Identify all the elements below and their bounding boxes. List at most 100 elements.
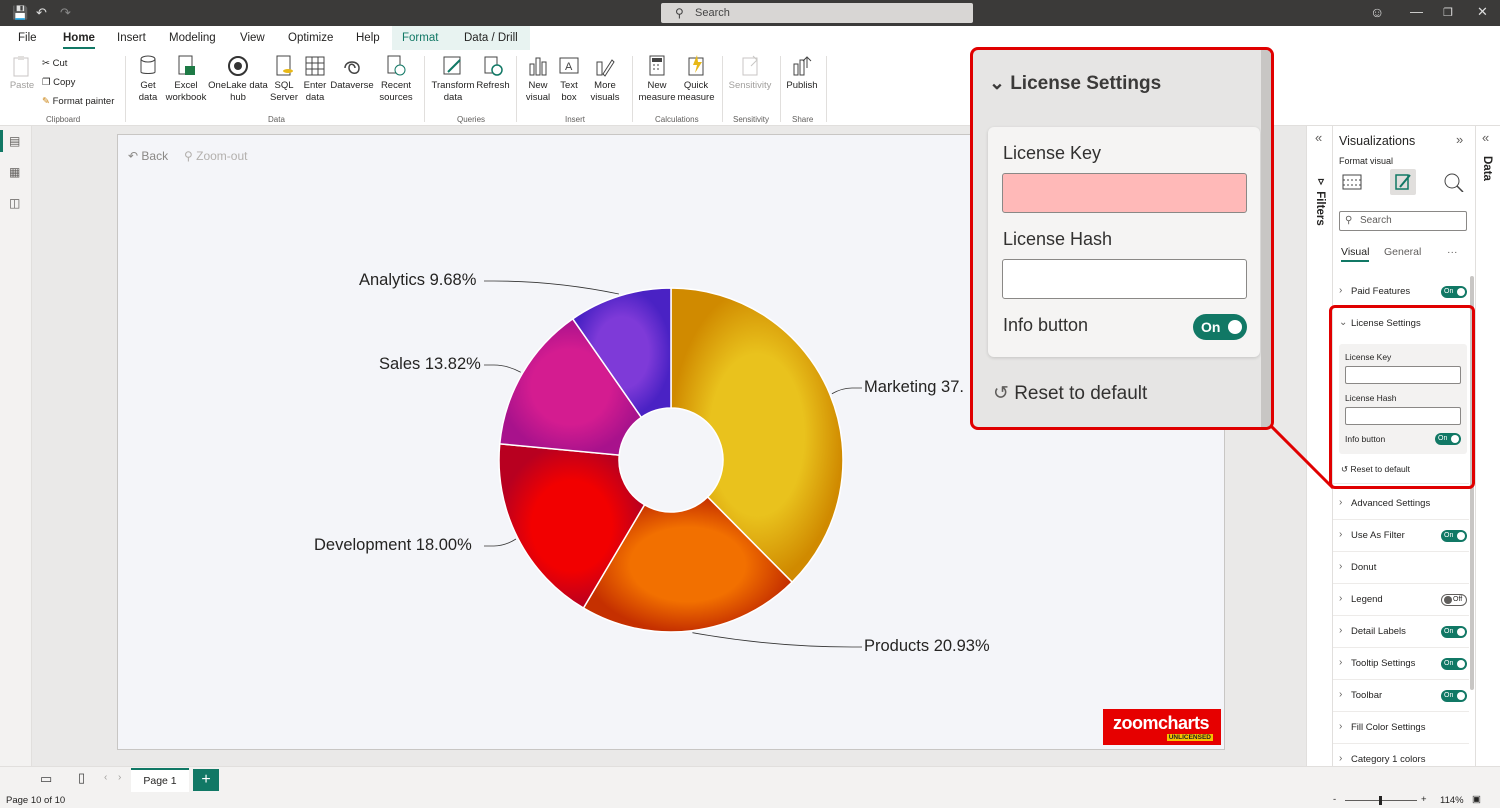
mobile-layout-icon[interactable]: ▯ (78, 770, 85, 786)
undo-icon[interactable]: ↶ (36, 5, 47, 21)
dataverse-icon (344, 61, 360, 74)
get-data-button[interactable]: Get data (131, 54, 165, 104)
collapse-icon[interactable]: » (1456, 132, 1463, 147)
account-icon[interactable]: ☺ (1370, 4, 1384, 20)
tab-view[interactable]: View (240, 32, 265, 44)
detail-labels-toggle[interactable]: On (1441, 626, 1467, 638)
save-icon[interactable]: 💾 (12, 5, 28, 21)
zoomcharts-logo[interactable]: zoomcharts UNLICENSED (1103, 709, 1221, 745)
section-donut[interactable]: › Donut (1333, 552, 1469, 584)
section-legend[interactable]: › Legend Off (1333, 584, 1469, 616)
section-tooltip-settings[interactable]: › Tooltip Settings On (1333, 648, 1469, 680)
ribbon-tabs: File Home Insert Modeling View Optimize … (0, 26, 1500, 50)
divider (125, 56, 126, 122)
model-view-icon[interactable]: ◫ (9, 196, 20, 210)
tab-data-drill[interactable]: Data / Drill (464, 32, 518, 44)
section-use-as-filter[interactable]: › Use As Filter On (1333, 520, 1469, 552)
tab-modeling[interactable]: Modeling (169, 32, 216, 44)
enter-data-button[interactable]: Enter data (300, 54, 330, 104)
callout-header[interactable]: ⌄ License Settings (989, 72, 1161, 95)
section-paid-features[interactable]: › Paid Features On (1333, 276, 1469, 308)
tab-format[interactable]: Format (402, 32, 438, 44)
redo-icon[interactable]: ↷ (60, 5, 71, 21)
new-visual-button[interactable]: New visual (522, 54, 554, 104)
new-measure-button[interactable]: New measure (638, 54, 676, 104)
section-detail-labels[interactable]: › Detail Labels On (1333, 616, 1469, 648)
next-page-icon[interactable]: › (118, 772, 121, 783)
title-search-input[interactable]: ⚲ Search (661, 3, 973, 23)
tab-visual[interactable]: Visual (1341, 246, 1370, 262)
license-settings-callout: ⌄ License Settings License Key License H… (970, 47, 1274, 430)
transform-label: Transform data (431, 80, 475, 103)
callout-info-button-toggle[interactable]: On (1193, 314, 1247, 340)
dataverse-button[interactable]: Dataverse (330, 54, 374, 92)
page-tab-page-1[interactable]: Page 1 (131, 768, 189, 792)
chevron-down-icon: ⌄ (989, 73, 1011, 94)
recent-icon (387, 55, 406, 76)
format-painter-button[interactable]: ✎ Format painter (42, 96, 114, 107)
refresh-button[interactable]: Refresh (476, 54, 510, 92)
paid-features-toggle[interactable]: On (1441, 286, 1467, 298)
callout-reset-button[interactable]: ↺ Reset to default (993, 382, 1147, 405)
donut-slices (498, 287, 844, 633)
legend-toggle[interactable]: Off (1441, 594, 1467, 606)
excel-workbook-button[interactable]: Excel workbook (164, 54, 208, 104)
text-box-button[interactable]: A Text box (554, 54, 584, 104)
analytics-icon[interactable] (1443, 172, 1465, 192)
section-toolbar[interactable]: › Toolbar On (1333, 680, 1469, 712)
tab-home[interactable]: Home (63, 32, 95, 49)
copy-button[interactable]: ❐ Copy (42, 77, 75, 88)
tab-optimize[interactable]: Optimize (288, 32, 333, 44)
viz-search-input[interactable]: ⚲ Search (1339, 211, 1467, 231)
report-view-icon[interactable]: ▤ (9, 134, 20, 148)
zoom-in-icon[interactable]: + (1421, 794, 1427, 805)
sql-server-button[interactable]: SQL Server (268, 54, 300, 104)
close-button[interactable]: ✕ (1477, 4, 1488, 20)
build-visual-icon[interactable] (1341, 172, 1363, 192)
table-view-icon[interactable]: ▦ (9, 165, 20, 179)
restore-button[interactable]: ❐ (1443, 6, 1453, 19)
desktop-layout-icon[interactable]: ▭ (40, 771, 52, 787)
tooltip-settings-toggle[interactable]: On (1441, 658, 1467, 670)
format-visual-tab[interactable] (1390, 169, 1416, 195)
callout-license-hash-input[interactable] (1002, 259, 1247, 299)
paste-button[interactable]: Paste (8, 54, 36, 92)
tab-insert[interactable]: Insert (117, 32, 146, 44)
tab-file[interactable]: File (18, 32, 37, 44)
quick-measure-button[interactable]: Quick measure (676, 54, 716, 104)
group-label-calculations: Calculations (655, 115, 699, 124)
expand-icon[interactable]: « (1482, 130, 1489, 145)
copy-label: Copy (53, 77, 76, 88)
tab-general[interactable]: General (1384, 246, 1421, 258)
prev-page-icon[interactable]: ‹ (104, 772, 107, 783)
section-advanced-settings[interactable]: › Advanced Settings (1333, 488, 1469, 520)
publish-button[interactable]: Publish (784, 54, 820, 92)
more-visuals-button[interactable]: More visuals (584, 54, 626, 104)
toolbar-toggle[interactable]: On (1441, 690, 1467, 702)
callout-license-key-label: License Key (1003, 143, 1102, 163)
slice-label-marketing: Marketing 37. (864, 378, 964, 396)
group-label-sensitivity: Sensitivity (733, 115, 770, 124)
sensitivity-button[interactable]: Sensitivity (726, 54, 774, 92)
recent-sources-button[interactable]: Recent sources (374, 54, 418, 104)
zoom-slider-thumb[interactable] (1379, 796, 1382, 805)
section-fill-color-settings[interactable]: › Fill Color Settings (1333, 712, 1469, 744)
data-pane-collapsed[interactable]: « Data (1475, 126, 1500, 766)
callout-license-key-input[interactable] (1002, 173, 1247, 213)
minimize-button[interactable]: — (1410, 4, 1423, 19)
use-as-filter-toggle[interactable]: On (1441, 530, 1467, 542)
cut-button[interactable]: ✂ Cut (42, 58, 67, 69)
fit-to-page-icon[interactable]: ▣ (1472, 794, 1481, 805)
tab-help[interactable]: Help (356, 32, 380, 44)
logo-brand: zoomcharts (1113, 713, 1210, 733)
expand-icon[interactable]: « (1315, 130, 1322, 145)
callout-card: License Key License Hash Info button On (988, 127, 1260, 357)
section-label: Fill Color Settings (1351, 722, 1426, 733)
more-options-button[interactable]: ··· (1447, 246, 1458, 258)
zoom-out-icon[interactable]: - (1333, 794, 1336, 805)
add-page-button[interactable]: + (193, 769, 219, 791)
format-visual-label: Format visual (1339, 156, 1394, 166)
chevron-right-icon: › (1339, 561, 1343, 572)
transform-data-button[interactable]: Transform data (430, 54, 476, 104)
onelake-button[interactable]: OneLake data hub (208, 54, 268, 104)
